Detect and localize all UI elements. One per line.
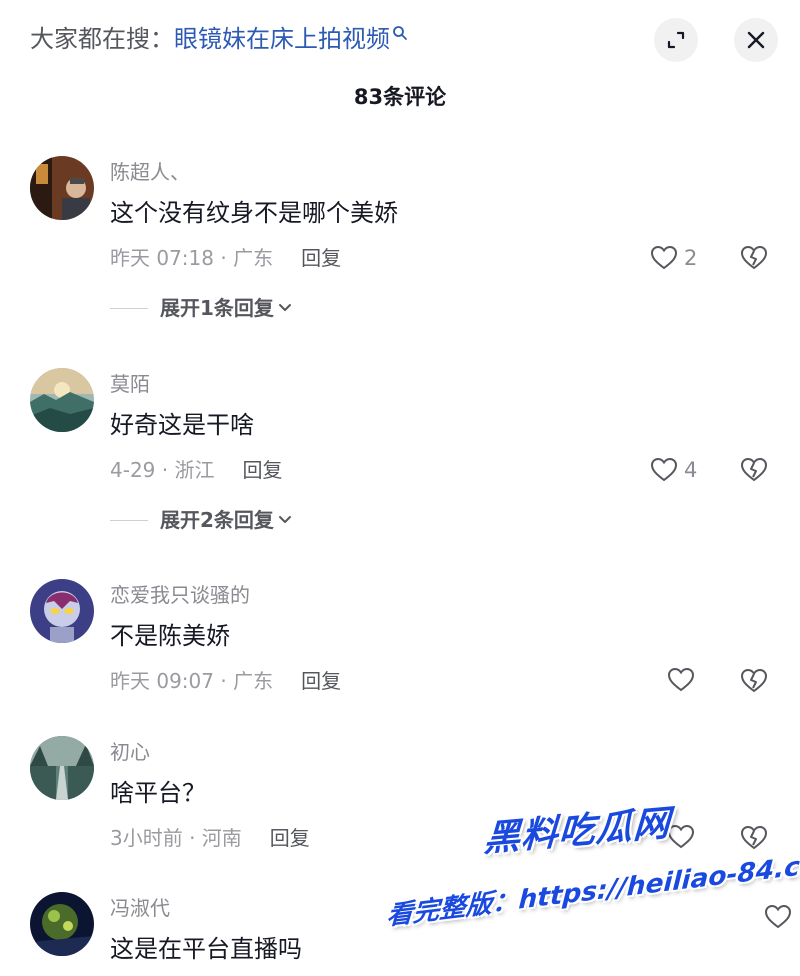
heart-icon [667,667,695,692]
dislike-button[interactable] [740,245,768,275]
comment-meta: 昨天 09:07 · 广东 回复 [110,667,341,695]
comment-time-location: 3小时前 · 河南 [110,826,242,850]
close-icon [747,31,765,49]
like-count: 4 [684,458,698,482]
close-button[interactable] [734,18,778,62]
collapse-button[interactable] [654,18,698,62]
like-button[interactable]: 4 [650,456,697,484]
search-hint-prefix: 大家都在搜： [30,25,174,53]
watermark-url: 看完整版：https://heiliao-84.com [385,846,800,932]
reply-button[interactable]: 回复 [301,246,341,270]
avatar[interactable] [30,579,94,643]
comment-time-location: 昨天 09:07 · 广东 [110,669,274,693]
broken-heart-icon [740,668,768,693]
top-bar: 大家都在搜：眼镜妹在床上拍视频 [0,0,800,80]
comment-username[interactable]: 陈超人、 [110,158,190,186]
reply-button[interactable]: 回复 [301,669,341,693]
comment-meta: 3小时前 · 河南 回复 [110,824,310,852]
avatar[interactable] [30,156,94,220]
comment-item: 莫陌 好奇这是干啥 4-29 · 浙江 回复 4 展开2条回复 [0,362,800,542]
expand-replies-label: 展开1条回复 [160,296,274,320]
comment-meta: 4-29 · 浙江 回复 [110,456,282,484]
chevron-down-icon [278,516,291,523]
comment-item: 恋爱我只谈骚的 不是陈美娇 昨天 09:07 · 广东 回复 [0,573,800,703]
watermark: 黑料吃瓜网 看完整版：https://heiliao-84.com [386,790,800,950]
comment-text: 啥平台？ [110,779,206,807]
comment-meta: 昨天 07:18 · 广东 回复 [110,244,341,272]
chevron-down-icon [278,304,291,311]
search-hint-query[interactable]: 眼镜妹在床上拍视频 [174,25,390,53]
comment-time-location: 4-29 · 浙江 [110,458,215,482]
search-suggestion[interactable]: 大家都在搜：眼镜妹在床上拍视频 [30,22,408,56]
comment-text: 这是在平台直播吗 [110,935,302,963]
search-icon [393,26,407,40]
broken-heart-icon [740,457,768,482]
like-count: 2 [684,246,698,270]
comment-username[interactable]: 恋爱我只谈骚的 [110,581,250,609]
like-button[interactable]: 2 [650,244,697,272]
comment-item: 陈超人、 这个没有纹身不是哪个美娇 昨天 07:18 · 广东 回复 2 展开1条… [0,150,800,330]
heart-icon [650,457,678,482]
collapse-corner-icon [667,31,685,49]
reply-button[interactable]: 回复 [270,826,310,850]
comment-username[interactable]: 莫陌 [110,370,150,398]
dislike-button[interactable] [740,457,768,487]
dislike-button[interactable] [740,668,768,698]
expand-replies-label: 展开2条回复 [160,508,274,532]
comment-time-location: 昨天 07:18 · 广东 [110,246,274,270]
divider [110,307,148,309]
comment-text: 这个没有纹身不是哪个美娇 [110,199,398,227]
comment-username[interactable]: 初心 [110,738,150,766]
avatar[interactable] [30,368,94,432]
avatar[interactable] [30,736,94,800]
watermark-title: 黑料吃瓜网 [482,803,672,860]
comment-text: 好奇这是干啥 [110,411,254,439]
comment-username[interactable]: 冯淑代 [110,894,170,922]
reply-button[interactable]: 回复 [242,458,282,482]
broken-heart-icon [740,245,768,270]
avatar[interactable] [30,892,94,956]
divider [110,519,148,521]
comment-count: 83条评论 [353,85,447,109]
like-button[interactable] [667,667,695,693]
comment-text: 不是陈美娇 [110,622,230,650]
expand-replies-button[interactable]: 展开1条回复 [110,294,292,322]
expand-replies-button[interactable]: 展开2条回复 [110,506,292,534]
heart-icon [650,245,678,270]
